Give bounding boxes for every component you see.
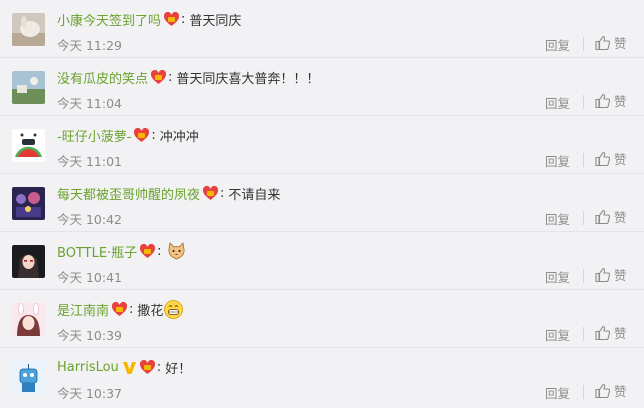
verified-v-icon xyxy=(122,360,137,375)
comment-time: 今天 10:41 xyxy=(57,270,122,285)
action-divider xyxy=(583,385,584,399)
reply-button[interactable]: 回复 xyxy=(545,325,570,344)
comment-row: 是江南南 : 撒花 今天 10:39 回复 赞 xyxy=(0,290,644,348)
like-button[interactable]: 赞 xyxy=(594,91,627,109)
username-link[interactable]: 小康今天签到了吗 xyxy=(57,10,161,29)
user-avatar[interactable] xyxy=(12,187,45,220)
comment-row: HarrisLou : 好！ 今天 10:37 回复 赞 xyxy=(0,348,644,408)
user-avatar[interactable] xyxy=(12,71,45,104)
comment-time: 今天 10:42 xyxy=(57,212,122,227)
comment-line: 是江南南 : 撒花 xyxy=(57,299,184,319)
like-label: 赞 xyxy=(614,151,627,167)
thumbs-up-icon xyxy=(595,383,611,398)
reply-button[interactable]: 回复 xyxy=(545,35,570,54)
like-button[interactable]: 赞 xyxy=(594,323,627,341)
action-divider xyxy=(583,95,584,109)
comment-line: -旺仔小菠萝- : 冲冲冲 xyxy=(57,125,199,145)
comment-row: 小康今天签到了吗 : 普天同庆 今天 11:29 回复 赞 xyxy=(0,0,644,58)
like-button[interactable]: 赞 xyxy=(594,149,627,167)
comment-line: BOTTLE·瓶子 : xyxy=(57,241,187,261)
user-avatar[interactable] xyxy=(12,361,45,394)
reply-button[interactable]: 回复 xyxy=(545,383,570,402)
username-link[interactable]: 每天都被歪哥帅醒的夙夜 xyxy=(57,184,200,203)
like-button[interactable]: 赞 xyxy=(594,33,627,51)
comment-time: 今天 10:37 xyxy=(57,386,122,401)
like-label: 赞 xyxy=(614,209,627,225)
colon-separator: : xyxy=(156,359,162,375)
comment-text: 普天同庆 xyxy=(189,13,242,29)
like-label: 赞 xyxy=(614,93,627,109)
action-divider xyxy=(583,211,584,225)
comment-list: 小康今天签到了吗 : 普天同庆 今天 11:29 回复 赞 没有瓜皮的笑点 : … xyxy=(0,0,644,408)
like-button[interactable]: 赞 xyxy=(594,207,627,225)
comment-row: BOTTLE·瓶子 : 今天 10:41 回复 赞 xyxy=(0,232,644,290)
fan-badge-icon xyxy=(150,69,167,86)
comment-text: 撒花 xyxy=(137,303,164,319)
thumbs-up-icon xyxy=(595,93,611,108)
comment-time: 今天 11:04 xyxy=(57,96,122,111)
username-link[interactable]: HarrisLou xyxy=(57,360,119,375)
fan-badge-icon xyxy=(133,127,150,144)
comment-row: -旺仔小菠萝- : 冲冲冲 今天 11:01 回复 赞 xyxy=(0,116,644,174)
like-button[interactable]: 赞 xyxy=(594,381,627,399)
comment-text: 好！ xyxy=(165,361,192,377)
reply-button[interactable]: 回复 xyxy=(545,209,570,228)
fan-badge-icon xyxy=(139,359,156,376)
comment-text: 冲冲冲 xyxy=(159,129,199,145)
comment-line: 每天都被歪哥帅醒的夙夜 : 不请自来 xyxy=(57,183,280,203)
colon-separator: : xyxy=(220,185,225,201)
username-link[interactable]: -旺仔小菠萝- xyxy=(57,126,131,145)
thumbs-up-icon xyxy=(595,209,611,224)
user-avatar[interactable] xyxy=(12,13,45,46)
cat-face-emoji-icon xyxy=(166,241,187,262)
user-avatar[interactable] xyxy=(12,303,45,336)
thumbs-up-icon xyxy=(595,325,611,340)
thumbs-up-icon xyxy=(595,35,611,50)
comment-row: 每天都被歪哥帅醒的夙夜 : 不请自来 今天 10:42 回复 赞 xyxy=(0,174,644,232)
action-divider xyxy=(583,269,584,283)
like-label: 赞 xyxy=(614,35,627,51)
comment-time: 今天 11:01 xyxy=(57,154,122,169)
colon-separator: : xyxy=(181,11,186,27)
like-label: 赞 xyxy=(614,267,627,283)
username-link[interactable]: BOTTLE·瓶子 xyxy=(57,242,137,261)
reply-button[interactable]: 回复 xyxy=(545,93,570,112)
reply-button[interactable]: 回复 xyxy=(545,151,570,170)
comment-line: 小康今天签到了吗 : 普天同庆 xyxy=(57,9,241,29)
user-avatar[interactable] xyxy=(12,129,45,162)
action-divider xyxy=(583,153,584,167)
like-label: 赞 xyxy=(614,325,627,341)
fan-badge-icon xyxy=(111,301,128,318)
comment-time: 今天 11:29 xyxy=(57,38,122,53)
username-link[interactable]: 是江南南 xyxy=(57,300,109,319)
comment-time: 今天 10:39 xyxy=(57,328,122,343)
colon-separator: : xyxy=(151,127,156,143)
user-avatar[interactable] xyxy=(12,245,45,278)
username-link[interactable]: 没有瓜皮的笑点 xyxy=(57,68,148,87)
action-divider xyxy=(583,327,584,341)
grin-emoji-icon xyxy=(163,299,184,320)
thumbs-up-icon xyxy=(595,151,611,166)
reply-button[interactable]: 回复 xyxy=(545,267,570,286)
colon-separator: : xyxy=(129,301,134,317)
fan-badge-icon xyxy=(202,185,219,202)
colon-separator: : xyxy=(157,243,162,259)
comment-row: 没有瓜皮的笑点 : 普天同庆喜大普奔！！！ 今天 11:04 回复 赞 xyxy=(0,58,644,116)
colon-separator: : xyxy=(168,69,173,85)
like-label: 赞 xyxy=(614,383,627,399)
like-button[interactable]: 赞 xyxy=(594,265,627,283)
comment-line: 没有瓜皮的笑点 : 普天同庆喜大普奔！！！ xyxy=(57,67,319,87)
fan-badge-icon xyxy=(163,11,180,28)
fan-badge-icon xyxy=(139,243,156,260)
comment-text: 不请自来 xyxy=(228,187,281,203)
comment-text: 普天同庆喜大普奔！！！ xyxy=(176,71,320,87)
thumbs-up-icon xyxy=(595,267,611,282)
action-divider xyxy=(583,37,584,51)
comment-line: HarrisLou : 好！ xyxy=(57,357,191,377)
